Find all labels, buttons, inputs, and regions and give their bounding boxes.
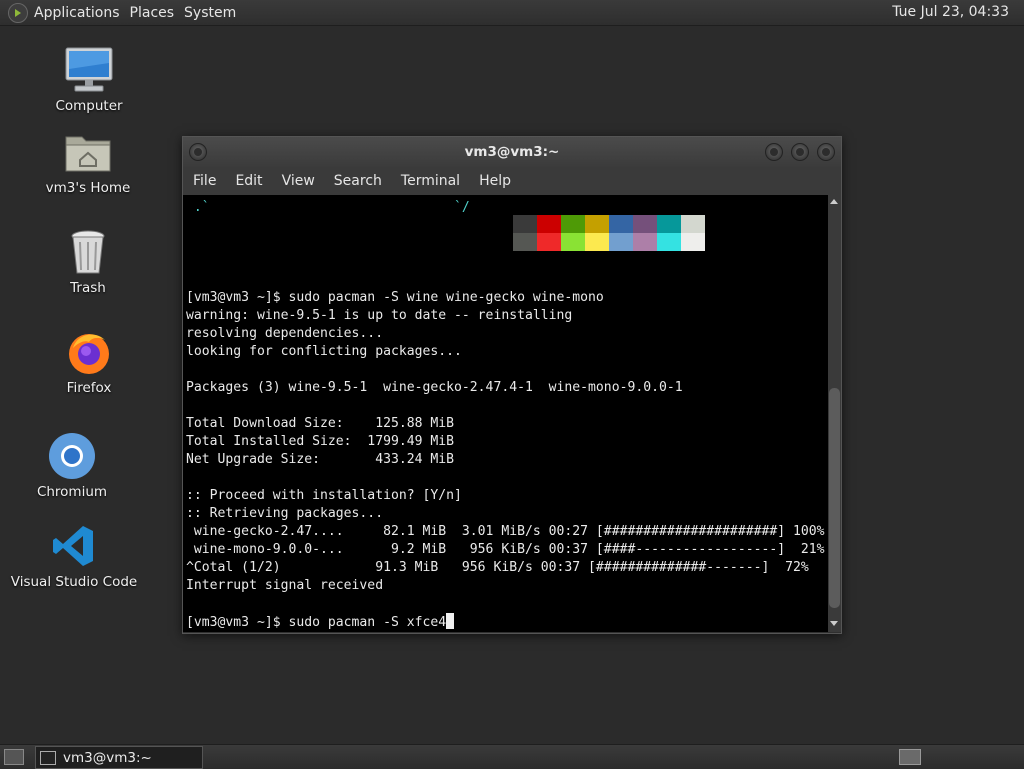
terminal-line: looking for conflicting packages...: [186, 344, 462, 359]
terminal-line: [vm3@vm3 ~]$ sudo pacman -S xfce4: [186, 613, 825, 631]
desktop-icon-trash[interactable]: Trash: [43, 226, 133, 296]
terminal-line: Interrupt signal received: [186, 578, 384, 593]
terminal-line: warning: wine-9.5-1 is up to date -- rei…: [186, 308, 573, 323]
desktop-icon-label: Trash: [70, 280, 106, 296]
terminal-output[interactable]: .` `/ [vm3@vm3 ~]$ sudo pacman -S wine wi…: [183, 195, 828, 632]
menu-help[interactable]: Help: [470, 173, 520, 189]
desktop-icon-label: Computer: [55, 98, 123, 114]
terminal-icon: [40, 750, 56, 765]
trash-icon: [62, 226, 114, 278]
terminal-line: wine-gecko-2.47.... 82.1 MiB 3.01 MiB/s …: [186, 524, 825, 539]
scroll-down-icon[interactable]: [830, 621, 838, 626]
terminal-line: [vm3@vm3 ~]$ sudo pacman -S wine wine-ge…: [186, 290, 604, 305]
terminal-line: Total Download Size: 125.88 MiB: [186, 416, 455, 431]
computer-icon: [63, 44, 115, 96]
menu-terminal[interactable]: Terminal: [392, 173, 469, 189]
terminal-menubar: File Edit View Search Terminal Help: [183, 167, 841, 195]
desktop-icon-home[interactable]: vm3's Home: [43, 126, 133, 196]
terminal-lines: .` `/ [vm3@vm3 ~]$ sudo pacman -S wine wi…: [186, 199, 825, 631]
terminal-cursor: [446, 613, 455, 629]
chromium-icon: [46, 430, 98, 482]
terminal-window[interactable]: vm3@vm3:~ File Edit View Search Terminal…: [182, 136, 842, 634]
desktop-icon-label: vm3's Home: [45, 180, 131, 196]
window-menu-button[interactable]: [189, 143, 207, 161]
terminal-line: Packages (3) wine-9.5-1 wine-gecko-2.47.…: [186, 380, 683, 395]
terminal-line: Total Installed Size: 1799.49 MiB: [186, 434, 455, 449]
menu-edit[interactable]: Edit: [226, 173, 271, 189]
minimize-button[interactable]: [765, 143, 783, 161]
menu-file[interactable]: File: [184, 173, 225, 189]
close-button[interactable]: [817, 143, 835, 161]
menu-applications[interactable]: Applications: [34, 5, 128, 21]
menu-system[interactable]: System: [184, 5, 244, 21]
terminal-line: resolving dependencies...: [186, 326, 384, 341]
terminal-line: :: Retrieving packages...: [186, 506, 384, 521]
desktop-icon-label: Visual Studio Code: [10, 574, 138, 590]
desktop-icon-label: Chromium: [36, 484, 108, 500]
menu-places[interactable]: Places: [130, 5, 183, 21]
scrollbar-thumb[interactable]: [829, 388, 840, 608]
desktop-icon-chromium[interactable]: Chromium: [27, 430, 117, 500]
terminal-scrollbar[interactable]: [828, 195, 841, 632]
taskbar-terminal-button[interactable]: vm3@vm3:~: [35, 746, 203, 769]
terminal-line: .` `/: [186, 200, 470, 215]
top-panel: Applications Places System Tue Jul 23, 0…: [0, 0, 1024, 26]
scroll-up-icon[interactable]: [830, 199, 838, 204]
terminal-line: wine-mono-9.0.0-... 9.2 MiB 956 KiB/s 00…: [186, 542, 825, 557]
vscode-icon: [48, 520, 100, 572]
window-title: vm3@vm3:~: [464, 144, 560, 160]
workspace-switcher[interactable]: [899, 749, 921, 765]
menu-search[interactable]: Search: [325, 173, 391, 189]
terminal-line: Net Upgrade Size: 433.24 MiB: [186, 452, 455, 467]
desktop-icon-label: Firefox: [66, 380, 112, 396]
terminal-line: :: Proceed with installation? [Y/n]: [186, 488, 462, 503]
home-folder-icon: [62, 126, 114, 178]
desktop-icon-firefox[interactable]: Firefox: [44, 326, 134, 396]
taskbar-label: vm3@vm3:~: [63, 749, 152, 766]
desktop-icon-vscode[interactable]: Visual Studio Code: [10, 520, 138, 590]
menu-view[interactable]: View: [273, 173, 324, 189]
clock[interactable]: Tue Jul 23, 04:33: [892, 4, 1009, 20]
terminal-titlebar[interactable]: vm3@vm3:~: [183, 137, 841, 167]
maximize-button[interactable]: [791, 143, 809, 161]
menu-logo-icon[interactable]: [8, 2, 28, 23]
terminal-line: ^Cotal (1/2) 91.3 MiB 956 KiB/s 00:37 [#…: [186, 560, 809, 575]
bottom-panel: vm3@vm3:~: [0, 744, 1024, 769]
desktop-icon-computer[interactable]: Computer: [44, 44, 134, 114]
show-desktop-icon[interactable]: [4, 749, 24, 765]
firefox-icon: [63, 326, 115, 378]
